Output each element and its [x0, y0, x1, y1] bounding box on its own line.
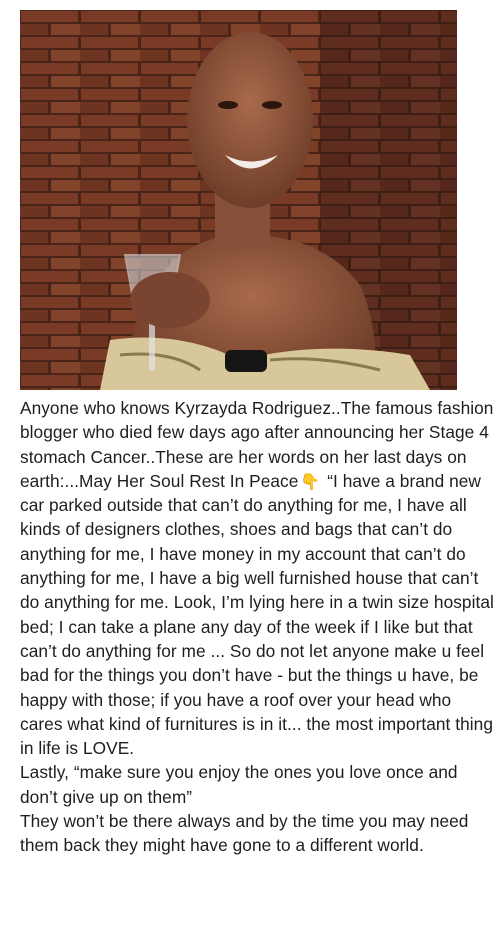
lastly-paragraph: Lastly, “make sure you enjoy the ones yo… — [20, 762, 458, 807]
post-body: Anyone who knows Kyrzayda Rodriguez..The… — [20, 396, 494, 858]
pointing-down-hand-icon: 👇 — [300, 473, 321, 491]
closing-paragraph: They won’t be there always and by the ti… — [20, 811, 469, 856]
rip-text: Rest In Peace — [189, 470, 299, 491]
quote-text: “I have a brand new car parked outside t… — [20, 470, 494, 759]
portrait-illustration — [20, 10, 457, 390]
intro-paragraph: Anyone who knows Kyrzayda Rodriguez..The… — [20, 396, 494, 760]
portrait-photo — [20, 10, 457, 390]
